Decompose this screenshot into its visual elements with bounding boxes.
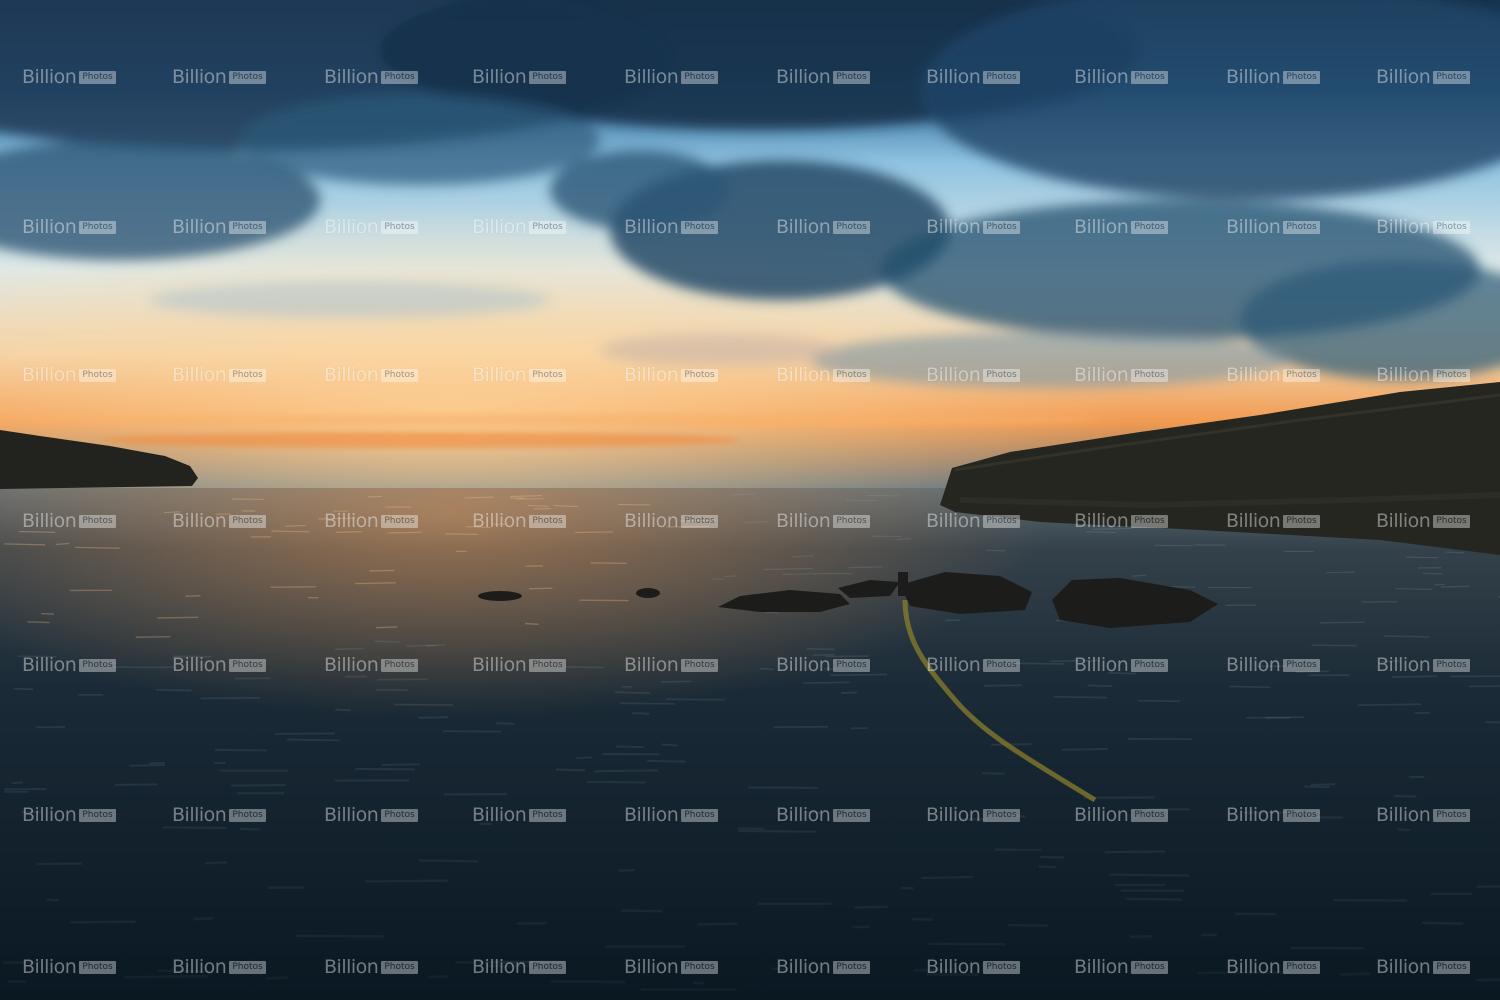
photo-scene: Billion Photos Billion Photos Billion Photos B… [0, 0, 1500, 1000]
seascape-photo [0, 0, 1500, 1000]
